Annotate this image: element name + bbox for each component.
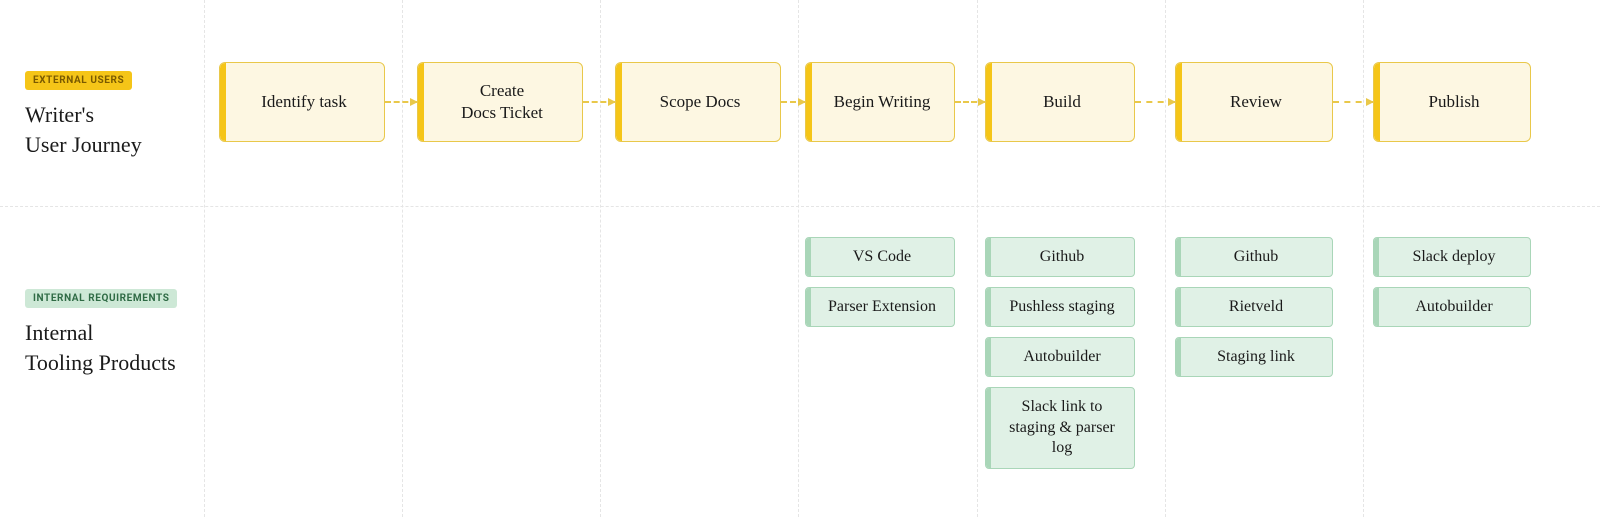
grid-column-line [204,0,205,517]
tool-label: Staging link [1176,338,1332,376]
arrow-icon [955,101,985,103]
row-title-top: Writer'sUser Journey [25,100,195,159]
tool-card: Rietveld [1175,287,1333,327]
tool-card: Pushless staging [985,287,1135,327]
arrow-icon [1135,101,1175,103]
row-title-bottom: InternalTooling Products [25,318,195,377]
row-header-top: EXTERNAL USERS Writer'sUser Journey [25,70,195,159]
arrow-icon [1333,101,1373,103]
tool-label: Rietveld [1176,288,1332,326]
tool-card: Github [1175,237,1333,277]
tool-label: Github [1176,238,1332,276]
stage-build: Build [985,62,1135,142]
tool-card: Autobuilder [985,337,1135,377]
arrow-icon [781,101,805,103]
tool-label: Autobuilder [1374,288,1530,326]
badge-external-users: EXTERNAL USERS [25,71,132,90]
badge-internal-requirements: INTERNAL REQUIREMENTS [25,289,177,308]
tool-card: Staging link [1175,337,1333,377]
stage-label: Publish [1374,63,1530,141]
stage-publish: Publish [1373,62,1531,142]
tool-label: Autobuilder [986,338,1134,376]
row-header-bottom: INTERNAL REQUIREMENTS InternalTooling Pr… [25,288,195,377]
tool-label: Github [986,238,1134,276]
arrow-icon [385,101,417,103]
tool-card: Github [985,237,1135,277]
stage-begin-writing: Begin Writing [805,62,955,142]
stage-label: Build [986,63,1134,141]
tool-card: Parser Extension [805,287,955,327]
tool-label: Slack deploy [1374,238,1530,276]
tool-label: VS Code [806,238,954,276]
stage-identify-task: Identify task [219,62,385,142]
grid-column-line [1363,0,1364,517]
stage-label: Scope Docs [616,63,780,141]
arrow-icon [583,101,615,103]
tool-card: Slack deploy [1373,237,1531,277]
grid-column-line [977,0,978,517]
stage-label: CreateDocs Ticket [418,63,582,141]
stage-label: Identify task [220,63,384,141]
grid-row-separator [0,206,1600,207]
stage-scope-docs: Scope Docs [615,62,781,142]
grid-column-line [798,0,799,517]
stage-label: Review [1176,63,1332,141]
stage-create-docs-ticket: CreateDocs Ticket [417,62,583,142]
tool-card: Slack link to staging & parser log [985,387,1135,469]
grid-column-line [600,0,601,517]
stage-review: Review [1175,62,1333,142]
tool-label: Parser Extension [806,288,954,326]
tool-label: Pushless staging [986,288,1134,326]
grid-column-line [1165,0,1166,517]
tool-label: Slack link to staging & parser log [986,388,1134,468]
tool-card: Autobuilder [1373,287,1531,327]
tool-card: VS Code [805,237,955,277]
grid-column-line [402,0,403,517]
stage-label: Begin Writing [806,63,954,141]
